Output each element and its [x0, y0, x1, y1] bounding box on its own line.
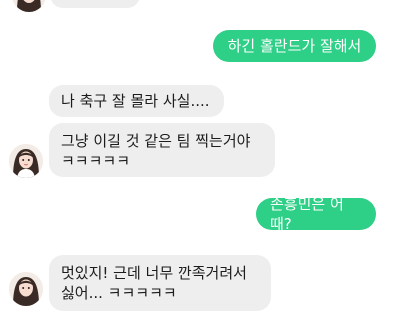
- contact-avatar[interactable]: [9, 144, 43, 178]
- contact-avatar[interactable]: [12, 0, 46, 12]
- message-incoming: 나 축구 잘 몰라 사실....: [49, 85, 224, 117]
- message-incoming: 그냥 이길 것 같은 팀 찍는거야 ㅋㅋㅋㅋㅋ: [49, 123, 275, 177]
- girl-avatar-icon: [9, 272, 43, 306]
- girl-avatar-icon: [9, 144, 43, 178]
- message-incoming-partial: [50, 0, 140, 8]
- message-outgoing: 하긴 홀란드가 잘해서: [213, 30, 376, 62]
- contact-avatar[interactable]: [9, 272, 43, 306]
- girl-avatar-icon: [12, 0, 46, 12]
- message-outgoing: 손흥민은 어때?: [256, 195, 376, 233]
- message-incoming: 멋있지! 근데 너무 깐족거려서 싫어... ㅋㅋㅋㅋㅋ: [49, 255, 271, 311]
